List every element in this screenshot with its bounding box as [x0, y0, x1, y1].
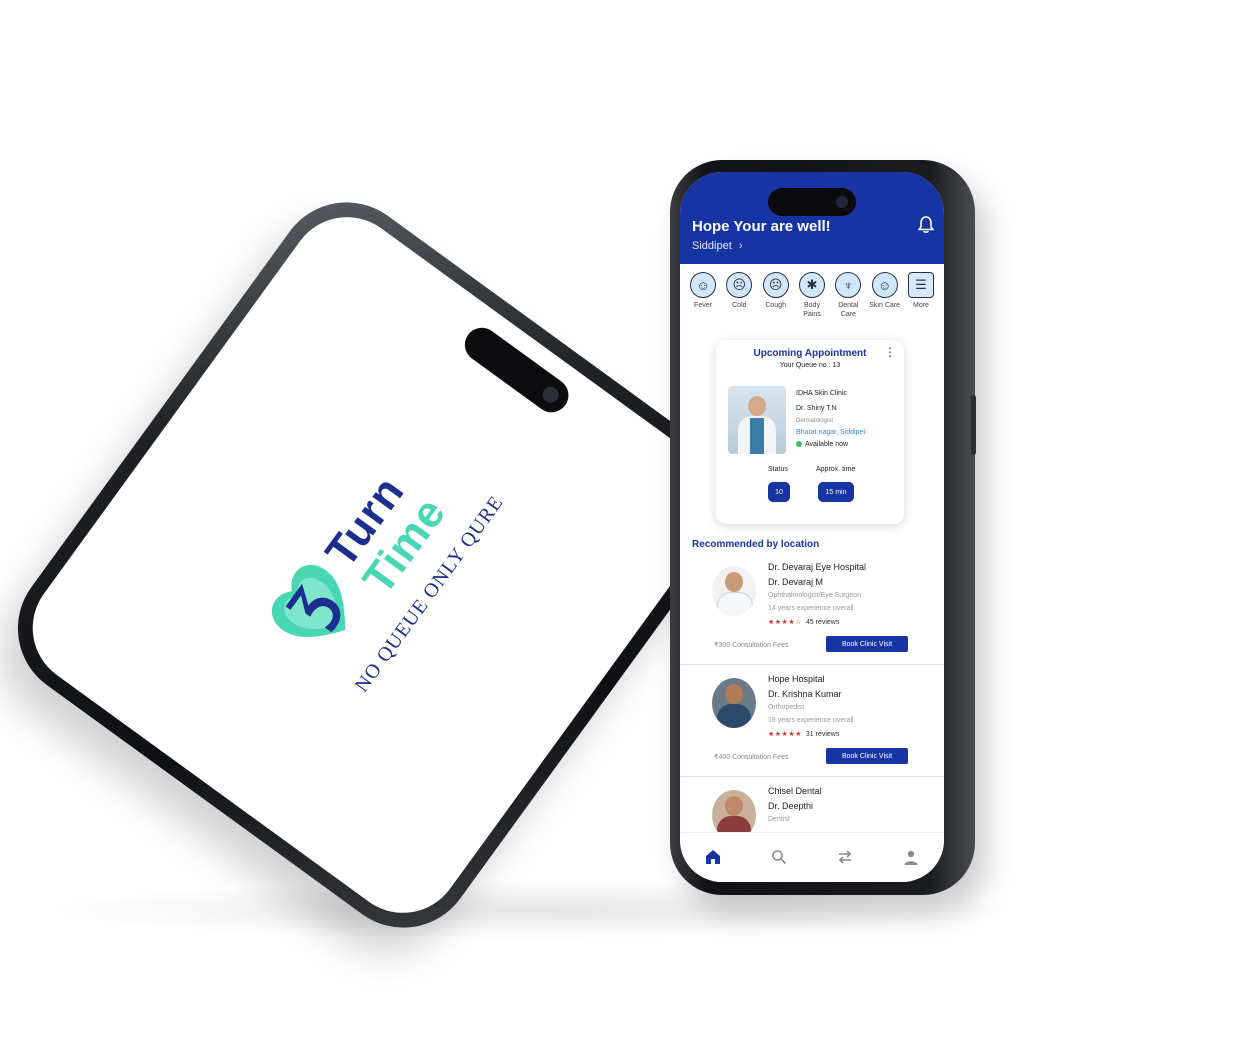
category-label: Cold	[732, 302, 747, 309]
availability-status: Available now	[796, 441, 848, 448]
doctor-list-item[interactable]: Hope Hospital Dr. Krishna Kumar Orthoped…	[680, 668, 944, 777]
star-rating-icon: ★★★★★	[768, 731, 802, 738]
doctor-name: Dr. Deepthi	[768, 801, 814, 811]
book-clinic-visit-button[interactable]: Book Clinic Visit	[826, 636, 908, 652]
nav-search[interactable]	[767, 845, 791, 869]
doctor-specialty: Orthopedist	[768, 704, 805, 711]
category-bar: ☺ Fever ☹ Cold ☹ Cough ✱ Body Pains ♆ De…	[680, 272, 944, 334]
category-fever[interactable]: ☺ Fever	[686, 272, 720, 334]
review-count: 31 reviews	[805, 731, 840, 738]
status-dot-icon	[796, 441, 802, 448]
doctor-specialty: Dermatologist	[796, 418, 834, 424]
category-body-pains[interactable]: ✱ Body Pains	[795, 272, 829, 334]
doctor-rating: ★★★★☆ 45 reviews	[768, 618, 839, 626]
category-label: More	[912, 302, 929, 309]
category-dental-care[interactable]: ♆ Dental Care	[831, 272, 865, 334]
category-skin-care[interactable]: ☺ Skin Care	[868, 272, 902, 334]
review-count: 45 reviews	[805, 619, 840, 626]
doctor-experience: 18 years experience overall	[768, 717, 854, 724]
dynamic-island	[768, 188, 856, 216]
doctor-avatar	[712, 566, 756, 616]
bottom-navigation	[680, 832, 944, 882]
hospital-name: Chisel Dental	[768, 786, 822, 796]
bell-icon[interactable]	[918, 216, 934, 234]
brand-logo: Turn Time NO QUEUE ONLY QURE	[198, 379, 552, 751]
approx-time-badge: 15 min	[818, 482, 854, 502]
doctor-name: Dr. Krishna Kumar	[768, 689, 842, 699]
approx-time-label: Approx. time	[816, 466, 856, 473]
location-label: Siddipet	[692, 240, 732, 252]
nav-home[interactable]	[701, 845, 725, 869]
menu-icon: ☰	[907, 272, 934, 298]
doctor-specialty: Dentist	[768, 816, 790, 823]
book-clinic-visit-button[interactable]: Book Clinic Visit	[826, 748, 908, 764]
skin-care-icon: ☺	[871, 272, 898, 298]
consultation-fee: ₹300 Consultation Fees	[714, 642, 789, 649]
queue-number: Your Queue no : 13	[779, 362, 841, 369]
star-rating-icon: ★★★★☆	[768, 619, 802, 626]
doctor-avatar	[712, 678, 756, 728]
recommended-section-title: Recommended by location	[692, 539, 820, 550]
category-label: Body Pains	[803, 302, 821, 318]
location-selector[interactable]: Siddipet ›	[692, 240, 743, 252]
category-label: Skin Care	[869, 302, 900, 309]
doctor-name: Dr. Devaraj M	[768, 577, 824, 587]
doctor-name: Dr. Shiny T.N	[796, 405, 837, 412]
chevron-right-icon: ›	[738, 240, 743, 252]
transfer-icon	[838, 850, 852, 864]
doctor-specialty: Ophthalmologist/Eye Surgeon	[768, 592, 861, 599]
search-icon	[772, 850, 787, 865]
nav-profile[interactable]	[899, 845, 923, 869]
dental-care-icon: ♆	[835, 272, 862, 298]
doctor-list-item[interactable]: Dr. Devaraj Eye Hospital Dr. Devaraj M O…	[680, 556, 944, 665]
appointment-title: Upcoming Appointment	[753, 348, 867, 359]
fever-icon: ☺	[690, 272, 716, 298]
category-label: Dental Care	[838, 302, 859, 318]
category-more[interactable]: ☰ More	[904, 272, 938, 334]
hospital-name: Dr. Devaraj Eye Hospital	[768, 562, 867, 572]
nav-transfer[interactable]	[833, 845, 857, 869]
category-cough[interactable]: ☹ Cough	[759, 272, 793, 334]
greeting-title: Hope Your are well!	[692, 218, 831, 235]
app-screen: Hope Your are well! Siddipet › ☺ Fever ☹…	[680, 172, 944, 882]
clinic-address[interactable]: Bharat nagar, Siddipet	[796, 429, 865, 436]
category-label: Fever	[694, 302, 712, 309]
hospital-name: Hope Hospital	[768, 674, 825, 684]
consultation-fee: ₹400 Consultation Fees	[714, 754, 789, 761]
splash-screen: Turn Time NO QUEUE ONLY QURE	[9, 194, 741, 936]
doctor-experience: 14 years experience overall	[768, 605, 854, 612]
profile-icon	[904, 850, 918, 865]
doctor-rating: ★★★★★ 31 reviews	[768, 730, 839, 738]
category-cold[interactable]: ☹ Cold	[722, 272, 756, 334]
dynamic-island	[458, 321, 576, 420]
splash-phone: Turn Time NO QUEUE ONLY QURE	[0, 174, 760, 956]
category-label: Cough	[765, 302, 786, 309]
home-icon	[706, 850, 720, 864]
upcoming-appointment-card[interactable]: Upcoming Appointment Your Queue no : 13 …	[716, 340, 904, 524]
app-header: Hope Your are well! Siddipet ›	[680, 172, 944, 264]
app-phone: Hope Your are well! Siddipet › ☺ Fever ☹…	[670, 160, 976, 895]
availability-label: Available now	[805, 441, 849, 448]
doctor-photo	[728, 386, 786, 454]
clinic-name: IDHA Skin Clinic	[796, 390, 847, 397]
status-label: Status	[768, 466, 788, 473]
body-pains-icon: ✱	[798, 272, 825, 298]
status-value-badge: 10	[768, 482, 790, 502]
more-options-icon[interactable]: ⋮	[884, 346, 896, 358]
cough-icon: ☹	[762, 272, 789, 298]
cold-icon: ☹	[726, 272, 753, 298]
power-button	[971, 395, 976, 455]
